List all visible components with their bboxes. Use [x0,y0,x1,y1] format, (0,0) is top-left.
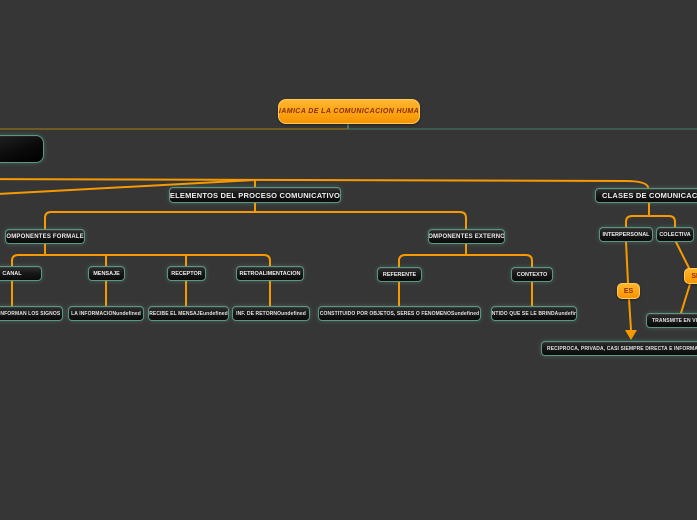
desc-colectiva[interactable]: TRANSMITE EN VI [646,313,697,328]
desc-receptor[interactable]: RECIBE EL MENSAJEundefined [148,306,229,321]
node-componentes-formales[interactable]: COMPONENTES FORMALES [5,229,85,244]
desc-referente[interactable]: CONSTITUIDO POR OBJETOS, SERES O FENOMEN… [318,306,481,321]
desc-canal[interactable]: CONFORMAN LOS SIGNOS [0,306,63,321]
edge-label-se[interactable]: SE [684,268,697,284]
node-componentes-externos[interactable]: COMPONENTES EXTERNOS [428,229,505,244]
node-retroalimentacion[interactable]: RETROALIMENTACION [236,266,304,281]
node-colectiva[interactable]: COLECTIVA [656,227,694,242]
node-interpersonal[interactable]: INTERPERSONAL [599,227,653,242]
node-clases[interactable]: CLASES DE COMUNICACIÓN [595,188,697,203]
desc-interpersonal[interactable]: RECIPROCA, PRIVADA, CASI SIEMPRE DIRECTA… [541,341,697,356]
root-node[interactable]: DINAMICA DE LA COMUNICACION HUMANA [278,99,420,124]
desc-mensaje[interactable]: LA INFORMACIONundefined [68,306,144,321]
clipped-node[interactable] [0,135,44,163]
node-mensaje[interactable]: MENSAJE [88,266,125,281]
node-receptor[interactable]: RECEPTOR [167,266,206,281]
node-referente[interactable]: REFERENTE [377,267,422,282]
desc-retroalimentacion[interactable]: INF. DE RETORNOundefined [232,306,310,321]
connector-lines [0,124,697,340]
node-elementos[interactable]: ELEMENTOS DEL PROCESO COMUNICATIVO [169,187,341,203]
desc-contexto[interactable]: SENTIDO QUE SE LE BRINDAundefined [491,306,577,321]
edge-label-es[interactable]: ES [617,283,640,299]
node-canal[interactable]: CANAL [0,266,42,281]
node-contexto[interactable]: CONTEXTO [511,267,553,282]
mindmap-canvas: DINAMICA DE LA COMUNICACION HUMANA ELEME… [0,0,697,520]
arrow-down-icon [625,330,637,340]
